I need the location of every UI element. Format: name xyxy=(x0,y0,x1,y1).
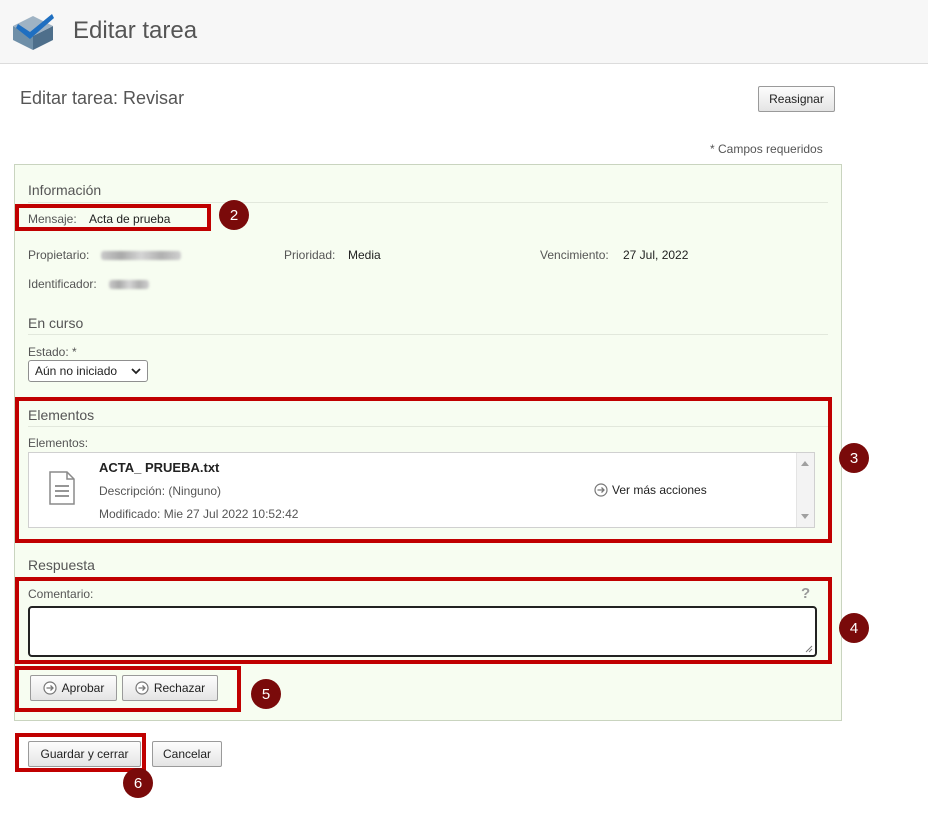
alfresco-logo-icon[interactable] xyxy=(10,12,56,52)
due-value: 27 Jul, 2022 xyxy=(623,248,689,262)
annotation-badge-3: 3 xyxy=(839,443,869,473)
annotation-badge-2: 2 xyxy=(219,200,249,230)
page-title: Editar tarea: Revisar xyxy=(20,88,185,108)
status-select[interactable]: Aún no iniciado xyxy=(28,360,148,382)
section-divider xyxy=(28,334,828,335)
cancel-button[interactable]: Cancelar xyxy=(152,741,222,767)
annotation-badge-5: 5 xyxy=(251,679,281,709)
annotation-box-actions xyxy=(15,666,241,712)
app-header: Editar tarea xyxy=(0,0,928,64)
identifier-value-redacted xyxy=(109,280,149,289)
owner-label: Propietario: xyxy=(28,248,90,262)
reassign-button[interactable]: Reasignar xyxy=(758,86,835,112)
priority-value: Media xyxy=(348,248,381,262)
due-label: Vencimiento: xyxy=(540,248,609,262)
status-label-text: Estado: xyxy=(28,345,69,359)
identifier-label: Identificador: xyxy=(28,277,97,291)
annotation-badge-6: 6 xyxy=(123,768,153,798)
app-title: Editar tarea xyxy=(73,17,198,44)
annotation-box-message xyxy=(15,204,211,231)
chevron-down-icon xyxy=(131,368,141,375)
status-label: Estado: * xyxy=(28,345,77,359)
section-divider xyxy=(28,202,828,203)
annotation-box-save xyxy=(15,733,146,772)
section-title-progress: En curso xyxy=(28,315,84,331)
status-required-star: * xyxy=(72,345,77,359)
annotation-box-comment xyxy=(15,577,832,664)
annotation-box-items xyxy=(15,397,832,543)
section-title-info: Información xyxy=(28,182,102,198)
required-note-text: Campos requeridos xyxy=(718,142,823,156)
status-select-value: Aún no iniciado xyxy=(35,364,118,378)
owner-value-redacted xyxy=(101,251,181,260)
section-title-response: Respuesta xyxy=(28,557,95,573)
required-star: * xyxy=(710,142,715,156)
required-fields-note: * Campos requeridos xyxy=(710,142,823,156)
annotation-badge-4: 4 xyxy=(839,613,869,643)
priority-label: Prioridad: xyxy=(284,248,336,262)
